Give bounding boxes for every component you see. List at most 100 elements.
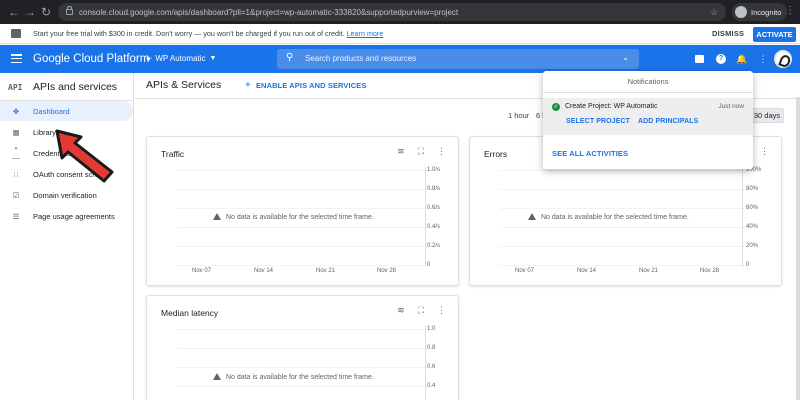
more-vert-icon[interactable]: ⋮ <box>760 146 769 157</box>
x-tick-label: Nov 07 <box>192 268 212 274</box>
gridline <box>500 208 748 209</box>
card-tools: ≋ ⛶ ⋮ <box>384 146 446 157</box>
chevron-down-icon[interactable]: ⌄ <box>622 53 629 62</box>
product-title[interactable]: Google Cloud Platform <box>33 53 149 65</box>
project-selector[interactable]: ●⋅ WP Automatic ▼ <box>146 54 216 63</box>
x-tick-label: Nov 28 <box>700 268 720 274</box>
see-all-activities-link[interactable]: SEE ALL ACTIVITIES <box>552 149 628 158</box>
sidebar: API APIs and services ✥ Dashboard ▦ Libr… <box>0 73 134 400</box>
learn-more-link[interactable]: Learn more <box>347 29 384 38</box>
y-tick-label: 0.2/s <box>427 243 441 249</box>
settings-list-icon: ☰ <box>12 211 20 221</box>
more-options-icon[interactable]: ⋮ <box>756 52 770 66</box>
median-latency-card: Median latency ≋ ⛶ ⋮ 1.0 0.8 0.6 0.4 No … <box>146 295 459 400</box>
help-button[interactable]: ? <box>714 52 728 66</box>
x-tick-label: Nov 14 <box>577 268 597 274</box>
library-icon: ▦ <box>12 127 20 137</box>
legend-toggle-icon[interactable]: ≋ <box>397 146 405 157</box>
url-text: console.cloud.google.com/apis/dashboard?… <box>79 7 459 17</box>
x-tick-label: Nov 07 <box>515 268 535 274</box>
enable-apis-button[interactable]: + ENABLE APIS AND SERVICES <box>245 80 366 91</box>
address-bar[interactable]: console.cloud.google.com/apis/dashboard?… <box>58 3 726 21</box>
card-tools: ≋ ⛶ ⋮ <box>384 305 446 316</box>
sidebar-header: API APIs and services <box>8 81 117 93</box>
fullscreen-icon[interactable]: ⛶ <box>418 146 424 157</box>
gift-icon <box>11 29 21 38</box>
sidebar-item-label: Dashboard <box>33 106 70 116</box>
sidebar-item-domain-verification[interactable]: ☑ Domain verification <box>0 185 133 205</box>
fullscreen-icon[interactable]: ⛶ <box>418 305 424 316</box>
help-icon: ? <box>716 54 726 64</box>
x-tick-label: Nov 14 <box>254 268 274 274</box>
gridline <box>177 265 425 266</box>
y-tick-label: 20% <box>746 243 759 249</box>
plus-icon: + <box>245 80 251 91</box>
dismiss-button[interactable]: DISMISS <box>712 29 744 38</box>
x-tick-label: Nov 21 <box>639 268 659 274</box>
sidebar-item-dashboard[interactable]: ✥ Dashboard <box>0 101 133 121</box>
select-project-button[interactable]: SELECT PROJECT <box>566 118 630 125</box>
page-title: APIs & Services <box>146 79 222 91</box>
more-vert-icon[interactable]: ⋮ <box>437 305 446 316</box>
gridline <box>177 348 425 349</box>
gridline <box>177 189 425 190</box>
account-avatar[interactable] <box>774 50 792 68</box>
y-tick-label: 0.6 <box>427 364 436 370</box>
gridline <box>177 227 425 228</box>
y-tick-label: 60% <box>746 205 759 211</box>
sidebar-item-label: Page usage agreements <box>33 211 115 221</box>
card-title: Errors <box>484 149 508 159</box>
y-tick-label: 0 <box>427 262 431 268</box>
bookmark-star-icon[interactable]: ☆ <box>710 7 718 17</box>
no-data-text: No data is available for the selected ti… <box>226 374 374 381</box>
more-vert-icon[interactable]: ⋮ <box>437 146 446 157</box>
page-scrollbar[interactable] <box>796 97 800 400</box>
browser-toolbar: ← → ↻ console.cloud.google.com/apis/dash… <box>0 0 800 24</box>
reload-icon[interactable]: ↻ <box>38 5 54 19</box>
caret-down-icon: ▼ <box>209 55 217 62</box>
y-tick-label: 0.4/s <box>427 224 441 230</box>
gridline <box>177 208 425 209</box>
gridline <box>500 189 748 190</box>
search-bar[interactable]: ⚲ Search products and resources ⌄ <box>277 49 639 69</box>
y-tick-label: 1.0 <box>427 326 436 332</box>
sidebar-item-label: Domain verification <box>33 190 97 200</box>
menu-icon[interactable] <box>11 54 22 64</box>
notifications-bell-icon[interactable]: 🔔 <box>735 52 749 66</box>
sidebar-item-page-usage[interactable]: ☰ Page usage agreements <box>0 206 133 226</box>
no-data-text: No data is available for the selected ti… <box>541 214 689 221</box>
traffic-card: Traffic ≋ ⛶ ⋮ 1.0/s 0.8/s 0.6/s 0.4/s 0.… <box>146 136 459 286</box>
card-title: Median latency <box>161 308 219 318</box>
range-30-days[interactable]: 30 days <box>750 108 784 123</box>
activate-button[interactable]: ACTIVATE <box>753 27 796 42</box>
gridline <box>500 265 748 266</box>
y-tick-label: 0.8/s <box>427 186 441 192</box>
card-title: Traffic <box>161 149 185 159</box>
incognito-icon <box>735 6 747 18</box>
y-axis <box>425 326 426 400</box>
x-tick-label: Nov 21 <box>316 268 336 274</box>
add-principals-button[interactable]: ADD PRINCIPALS <box>638 118 698 125</box>
incognito-badge[interactable]: Incognito <box>732 3 788 21</box>
enable-apis-label: ENABLE APIS AND SERVICES <box>255 81 367 90</box>
project-name: WP Automatic <box>155 54 206 63</box>
notification-title: Create Project: WP Automatic <box>565 103 658 110</box>
trial-message-text: Start your free trial with $300 in credi… <box>33 29 345 38</box>
terminal-icon <box>695 55 704 63</box>
warning-icon <box>213 373 221 380</box>
gridline <box>500 227 748 228</box>
range-1-hour[interactable]: 1 hour <box>508 111 529 120</box>
cloud-shell-button[interactable] <box>693 52 707 66</box>
trial-banner: Start your free trial with $300 in credi… <box>0 24 800 44</box>
gridline <box>177 367 425 368</box>
forward-icon[interactable]: → <box>22 5 38 19</box>
browser-menu-icon[interactable]: ⋮ <box>785 5 795 16</box>
back-icon[interactable]: ← <box>6 5 22 19</box>
project-icon: ●⋅ <box>146 54 152 63</box>
gridline <box>177 170 425 171</box>
legend-toggle-icon[interactable]: ≋ <box>397 305 405 316</box>
sidebar-title: APIs and services <box>33 81 118 93</box>
gridline <box>500 170 748 171</box>
no-data-text: No data is available for the selected ti… <box>226 214 374 221</box>
y-tick-label: 0 <box>746 262 750 268</box>
